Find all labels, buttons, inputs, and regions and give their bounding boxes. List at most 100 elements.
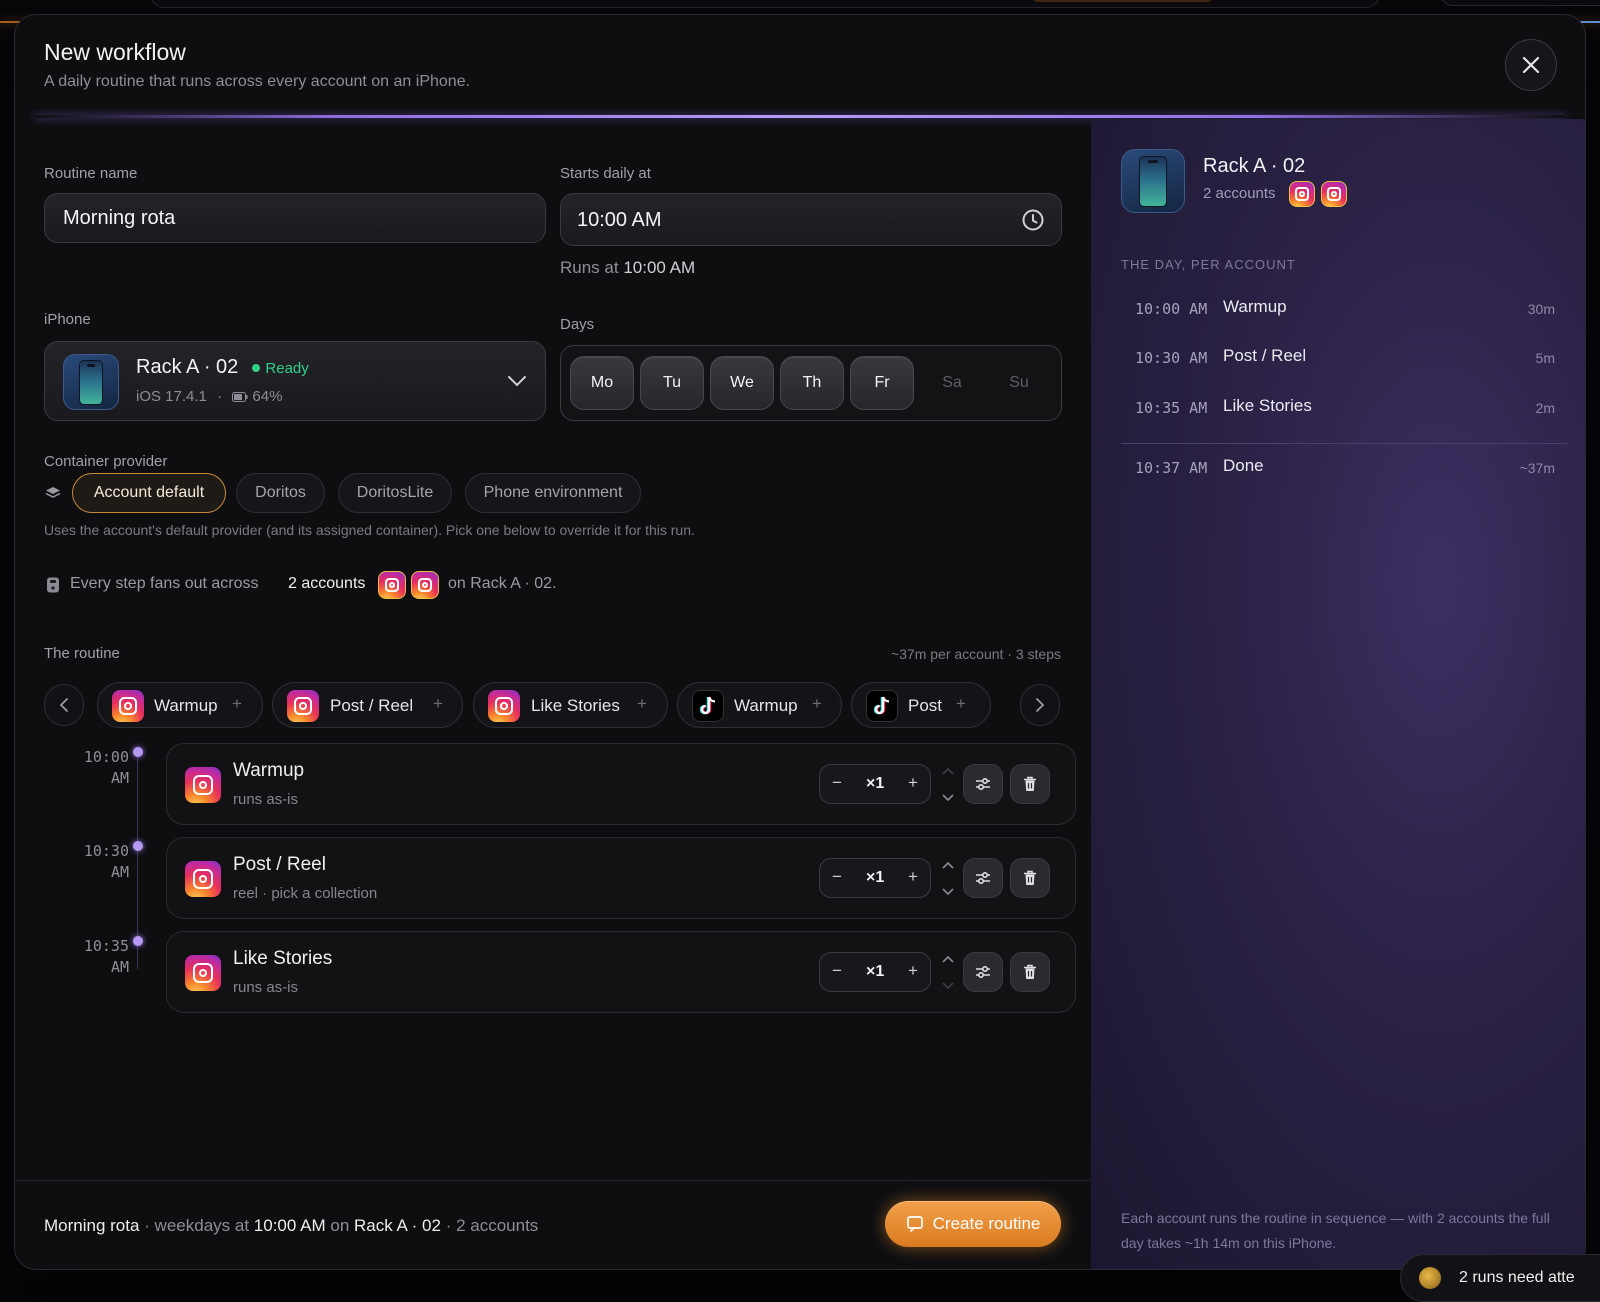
background-topbar-right (1440, 0, 1600, 6)
palette-label: Warmup (154, 696, 218, 716)
preview-note: Each account runs the routine in sequenc… (1121, 1206, 1561, 1256)
schedule-row: 10:30 AM Post / Reel 5m (1121, 344, 1567, 374)
routine-label: The routine (44, 645, 120, 662)
sliders-icon (974, 963, 992, 981)
instagram-icon (287, 690, 319, 722)
modal-subtitle: A daily routine that runs across every a… (44, 73, 470, 91)
reorder-arrows-icon[interactable] (941, 766, 955, 804)
step-settings-button[interactable] (963, 858, 1003, 898)
device-status: Ready (265, 360, 308, 377)
create-routine-label: Create routine (933, 1214, 1041, 1234)
timeline-dot (133, 936, 143, 946)
schedule-name: Like Stories (1223, 396, 1312, 416)
palette-label: Post / Reel (330, 696, 413, 716)
schedule-done-row: 10:37 AM Done ~37m (1121, 454, 1567, 484)
fanout-line: Every step fans out across 2 accounts on… (44, 567, 744, 603)
provider-doritoslite[interactable]: DoritosLite (338, 473, 452, 513)
provider-hint: Uses the account's default provider (and… (44, 522, 695, 538)
routine-name-value: Morning rota (63, 207, 175, 230)
modal-header: New workflow A daily routine that runs a… (15, 15, 1585, 119)
palette-label: Warmup (734, 696, 798, 716)
palette-instagram-warmup[interactable]: Warmup + (97, 682, 263, 728)
step-name: Like Stories (233, 948, 332, 970)
schedule-time: 10:37 AM (1135, 459, 1207, 477)
schedule-duration: ~37m (1520, 460, 1555, 476)
provider-doritos[interactable]: Doritos (236, 473, 325, 513)
preview-device-name: Rack A · 02 (1203, 155, 1305, 178)
delete-step-button[interactable] (1010, 858, 1050, 898)
iphone-icon (1121, 149, 1185, 213)
start-time-value: 10:00 AM (577, 209, 662, 232)
runs-at-value: 10:00 AM (623, 258, 695, 277)
decrement-button[interactable]: − (832, 867, 842, 887)
schedule-duration: 2m (1536, 400, 1555, 416)
add-icon: + (812, 694, 822, 714)
iphone-select[interactable]: Rack A · 02 Ready iOS 17.4.1 · 64% (44, 341, 546, 421)
instagram-icon (185, 955, 221, 991)
increment-button[interactable]: + (908, 867, 918, 887)
provider-chips: Account default Doritos DoritosLite Phon… (72, 473, 672, 513)
sliders-icon (974, 869, 992, 887)
day-tu[interactable]: Tu (640, 356, 704, 410)
palette-instagram-like-stories[interactable]: Like Stories + (473, 682, 668, 728)
background-pill (1030, 0, 1215, 2)
trash-icon (1023, 776, 1037, 792)
palette-tiktok-post[interactable]: Post + (851, 682, 991, 728)
step-time: 10:35AM (55, 936, 129, 978)
trash-icon (1023, 964, 1037, 980)
day-mo[interactable]: Mo (570, 356, 634, 410)
routine-name-label: Routine name (44, 165, 137, 182)
instagram-icon (185, 767, 221, 803)
toast-icon (1419, 1267, 1441, 1289)
start-time-input[interactable]: 10:00 AM (560, 193, 1062, 246)
tiktok-icon (866, 690, 898, 722)
palette-tiktok-warmup[interactable]: Warmup + (677, 682, 842, 728)
delete-step-button[interactable] (1010, 952, 1050, 992)
decrement-button[interactable]: − (832, 961, 842, 981)
schedule-divider (1121, 443, 1567, 444)
increment-button[interactable]: + (908, 773, 918, 793)
preview-panel: Rack A · 02 2 accounts THE DAY, PER ACCO… (1091, 119, 1586, 1270)
preview-section-title: THE DAY, PER ACCOUNT (1121, 257, 1296, 272)
reorder-arrows-icon[interactable] (941, 860, 955, 898)
phone-icon (46, 577, 60, 593)
day-su[interactable]: Su (987, 356, 1051, 410)
step-description: reel · pick a collection (233, 885, 377, 902)
step-palette: Warmup + Post / Reel + Like Stories + Wa… (44, 682, 1062, 728)
palette-prev-button[interactable] (44, 684, 84, 726)
new-workflow-modal: New workflow A daily routine that runs a… (14, 14, 1586, 1270)
increment-button[interactable]: + (908, 961, 918, 981)
palette-instagram-post-reel[interactable]: Post / Reel + (272, 682, 463, 728)
repeat-stepper: − ×1 + (819, 858, 931, 898)
day-fr[interactable]: Fr (850, 356, 914, 410)
toast-text: 2 runs need atte (1459, 1269, 1575, 1287)
chevron-right-icon (1035, 697, 1045, 713)
add-icon: + (956, 694, 966, 714)
step-settings-button[interactable] (963, 764, 1003, 804)
ready-status-dot (252, 364, 260, 372)
day-we[interactable]: We (710, 356, 774, 410)
delete-step-button[interactable] (1010, 764, 1050, 804)
clock-icon[interactable] (1021, 208, 1045, 232)
day-th[interactable]: Th (780, 356, 844, 410)
step-name: Warmup (233, 760, 304, 782)
decrement-button[interactable]: − (832, 773, 842, 793)
close-button[interactable] (1505, 39, 1557, 91)
provider-account-default[interactable]: Account default (72, 473, 226, 513)
day-sa[interactable]: Sa (920, 356, 984, 410)
repeat-count: ×1 (866, 869, 884, 887)
repeat-stepper: − ×1 + (819, 764, 931, 804)
create-routine-button[interactable]: Create routine (885, 1201, 1061, 1247)
schedule-duration: 30m (1528, 301, 1555, 317)
routine-step: Warmup runs as-is − ×1 + (166, 743, 1076, 825)
schedule-name: Warmup (1223, 297, 1287, 317)
reorder-arrows-icon[interactable] (941, 954, 955, 992)
step-settings-button[interactable] (963, 952, 1003, 992)
attention-toast[interactable]: 2 runs need atte (1400, 1254, 1600, 1302)
starts-daily-label: Starts daily at (560, 165, 651, 182)
palette-next-button[interactable] (1020, 684, 1060, 726)
provider-phone-environment[interactable]: Phone environment (465, 473, 641, 513)
fanout-suffix: on Rack A · 02. (448, 575, 557, 593)
schedule-name: Done (1223, 456, 1264, 476)
routine-name-input[interactable]: Morning rota (44, 193, 546, 243)
